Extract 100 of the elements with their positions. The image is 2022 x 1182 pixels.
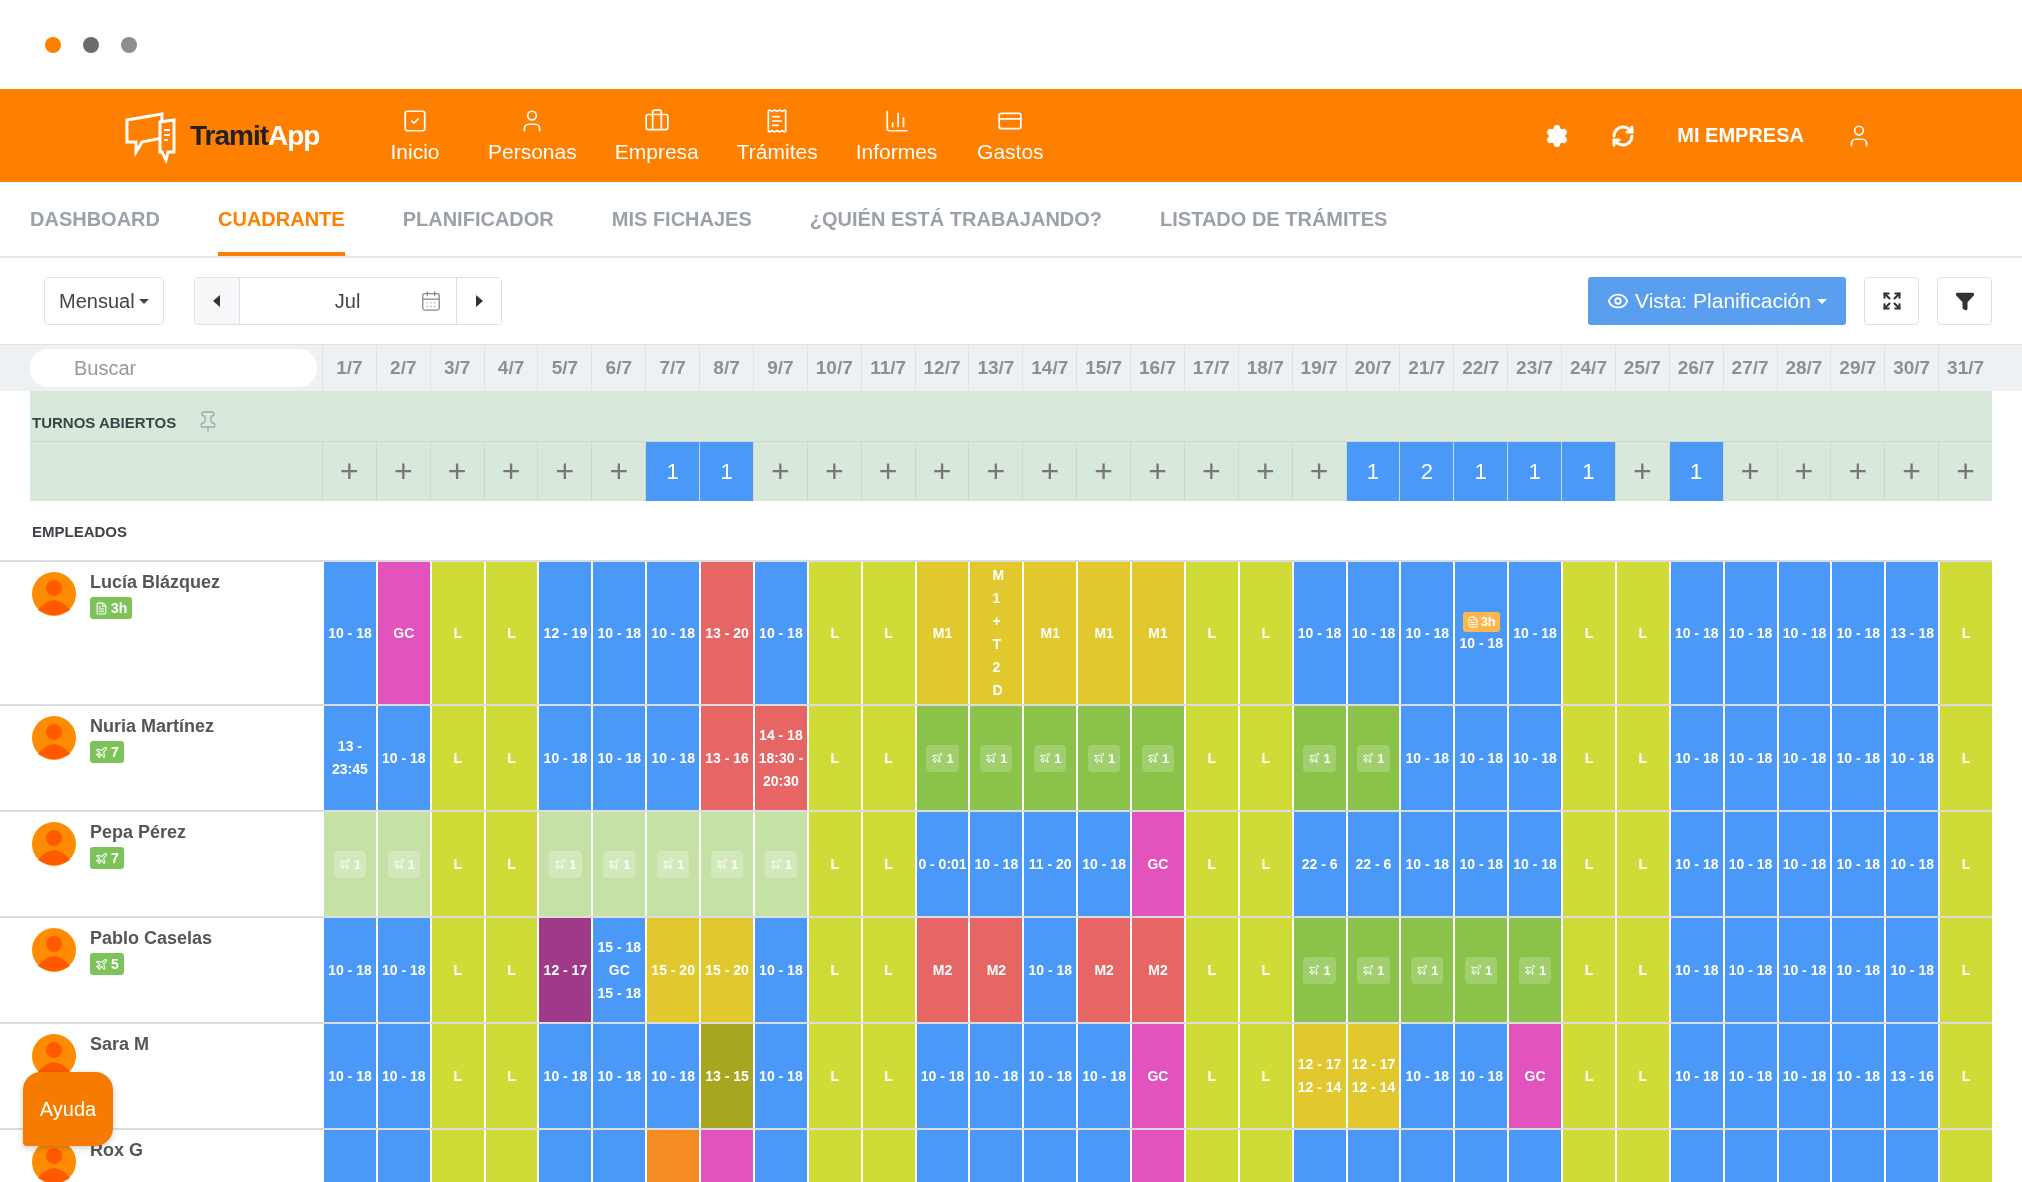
fullscreen-button[interactable] — [1864, 277, 1919, 325]
shift-cell[interactable]: 10 - 18 — [377, 1024, 430, 1128]
add-shift-button[interactable]: + — [1291, 442, 1346, 501]
shift-cell[interactable]: 0 - 0:01 — [916, 812, 969, 916]
window-maximize-dot[interactable] — [121, 36, 137, 53]
shift-cell[interactable]: L — [431, 706, 484, 810]
shift-cell[interactable]: L — [862, 706, 915, 810]
shift-cell[interactable]: 10 - 18 — [593, 562, 646, 704]
shift-cell[interactable] — [593, 1130, 646, 1182]
shift-cell[interactable]: L — [808, 812, 861, 916]
shift-cell[interactable]: 10 - 18 — [1886, 918, 1939, 1022]
add-shift-button[interactable]: + — [1884, 442, 1939, 501]
period-dropdown[interactable]: Mensual — [44, 277, 164, 325]
shift-cell[interactable]: L — [1940, 706, 1992, 810]
open-shift-count[interactable]: 1 — [1561, 442, 1615, 501]
shift-cell[interactable]: L — [1185, 562, 1238, 704]
shift-cell[interactable] — [324, 1130, 376, 1182]
shift-cell[interactable]: L — [1185, 1024, 1238, 1128]
shift-cell[interactable] — [862, 1130, 915, 1182]
shift-cell[interactable] — [539, 1130, 592, 1182]
tab[interactable]: LISTADO DE TRÁMITES — [1160, 182, 1388, 256]
shift-cell[interactable] — [1670, 1130, 1723, 1182]
shift-cell[interactable]: 10 - 18 — [1832, 562, 1885, 704]
shift-cell[interactable]: 22 - 6 — [1347, 812, 1400, 916]
shift-cell[interactable] — [701, 1130, 753, 1182]
shift-cell[interactable]: 10 - 18 — [1886, 812, 1939, 916]
shift-cell[interactable]: L — [1239, 1024, 1292, 1128]
window-minimize-dot[interactable] — [83, 36, 99, 53]
shift-cell[interactable]: 14 - 18 18:30 - 20:30 — [754, 706, 807, 810]
add-shift-button[interactable]: + — [752, 442, 807, 501]
shift-cell[interactable] — [1832, 1130, 1885, 1182]
shift-cell[interactable]: 10 - 18 — [754, 918, 807, 1022]
shift-cell[interactable] — [1455, 1130, 1508, 1182]
shift-cell[interactable]: 10 - 18 — [1886, 706, 1939, 810]
shift-cell[interactable]: L — [431, 918, 484, 1022]
shift-cell[interactable] — [1778, 1130, 1831, 1182]
shift-cell[interactable]: GC — [377, 562, 430, 704]
shift-cell[interactable]: 10 - 18 — [539, 1024, 592, 1128]
shift-cell[interactable]: 10 - 18 — [324, 562, 376, 704]
shift-cell[interactable]: L — [485, 812, 538, 916]
shift-cell[interactable]: L — [1940, 812, 1992, 916]
nav-item[interactable]: Inicio — [380, 107, 450, 164]
shift-cell[interactable]: 10 - 18 — [1024, 1024, 1077, 1128]
shift-cell[interactable]: 11 - 20 — [1024, 812, 1077, 916]
shift-cell[interactable]: 10 - 18 — [1832, 1024, 1885, 1128]
shift-cell[interactable] — [1185, 1130, 1238, 1182]
shift-cell[interactable]: M1+T2D — [970, 562, 1023, 704]
open-shift-count[interactable]: 1 — [1345, 442, 1400, 501]
shift-cell[interactable]: 10 - 18 — [1401, 812, 1454, 916]
add-shift-button[interactable]: + — [1614, 442, 1669, 501]
add-shift-button[interactable]: + — [1183, 442, 1238, 501]
previous-button[interactable] — [194, 278, 239, 324]
nav-item[interactable]: Personas — [488, 107, 577, 164]
shift-cell[interactable]: M1 — [1132, 562, 1184, 704]
nav-item[interactable]: Informes — [855, 107, 938, 164]
shift-cell[interactable]: 10 - 18 — [1455, 706, 1508, 810]
shift-cell[interactable]: 10 - 18 — [324, 918, 376, 1022]
shift-cell[interactable]: 10 - 18 — [1078, 1024, 1131, 1128]
shift-cell[interactable]: 10 - 18 — [377, 918, 430, 1022]
vacation-cell[interactable]: 1 — [916, 706, 969, 810]
shift-cell[interactable]: 10 - 18 — [1778, 812, 1831, 916]
shift-cell[interactable]: 10 - 18 — [1724, 562, 1777, 704]
shift-cell[interactable]: M2 — [970, 918, 1023, 1022]
shift-cell[interactable]: 10 - 18 — [1832, 918, 1885, 1022]
shift-cell[interactable]: 12 - 17 12 - 14 — [1293, 1024, 1346, 1128]
add-shift-button[interactable]: + — [1237, 442, 1292, 501]
shift-cell[interactable]: 10 - 18 — [1778, 706, 1831, 810]
shift-cell[interactable] — [485, 1130, 538, 1182]
shift-cell[interactable]: L — [808, 1024, 861, 1128]
view-dropdown[interactable]: Vista: Planificación — [1588, 277, 1846, 325]
shift-cell[interactable] — [647, 1130, 700, 1182]
shift-cell[interactable]: L — [485, 918, 538, 1022]
add-shift-button[interactable]: + — [1938, 442, 1992, 501]
tab[interactable]: DASHBOARD — [30, 182, 160, 256]
vacation-cell[interactable]: 1 — [1024, 706, 1077, 810]
shift-cell[interactable]: L — [1185, 812, 1238, 916]
add-shift-button[interactable]: + — [537, 442, 592, 501]
add-shift-button[interactable]: + — [968, 442, 1023, 501]
shift-cell[interactable]: 10 - 18 — [1778, 562, 1831, 704]
shift-cell[interactable] — [1563, 1130, 1615, 1182]
shift-cell[interactable]: 10 - 18 — [1509, 706, 1562, 810]
shift-cell[interactable]: M2 — [916, 918, 969, 1022]
shift-cell[interactable]: L — [431, 562, 484, 704]
shift-cell[interactable]: L — [1940, 918, 1992, 1022]
shift-cell[interactable]: L — [1563, 706, 1615, 810]
shift-cell[interactable] — [1347, 1130, 1400, 1182]
shift-cell[interactable]: L — [862, 1024, 915, 1128]
shift-cell[interactable]: 13 - 20 — [701, 562, 753, 704]
shift-cell[interactable]: 10 - 18 — [1724, 918, 1777, 1022]
open-shift-count[interactable]: 1 — [699, 442, 753, 501]
shift-cell[interactable]: 10 - 18 — [1670, 812, 1723, 916]
shift-cell[interactable]: 10 - 18 — [1724, 706, 1777, 810]
shift-cell[interactable]: 10 - 18 — [1724, 812, 1777, 916]
shift-cell[interactable]: L — [485, 1024, 538, 1128]
shift-cell[interactable]: 10 - 18 — [1670, 562, 1723, 704]
shift-cell[interactable] — [808, 1130, 861, 1182]
open-shift-count[interactable]: 1 — [1453, 442, 1508, 501]
add-shift-button[interactable]: + — [1776, 442, 1831, 501]
vacation-cell[interactable]: 1 — [970, 706, 1023, 810]
shift-cell[interactable] — [1509, 1130, 1562, 1182]
